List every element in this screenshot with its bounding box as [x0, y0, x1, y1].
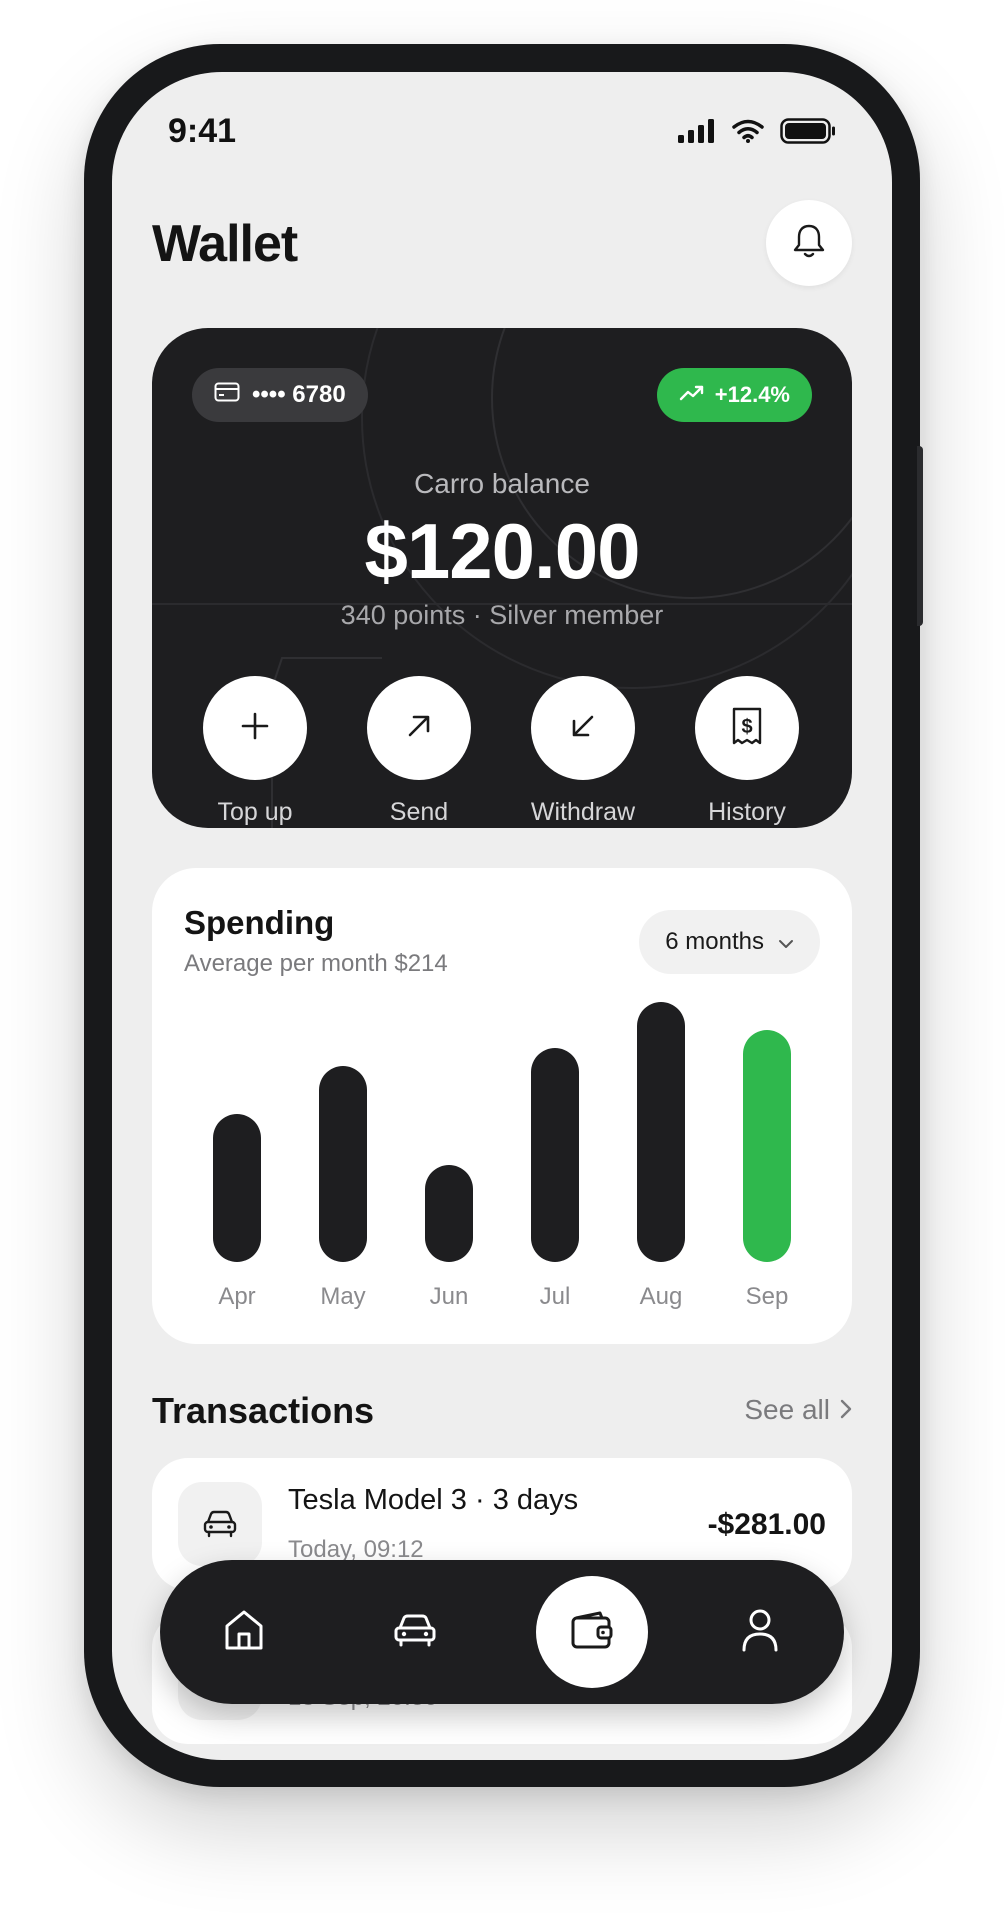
arrow-up-right-icon: [406, 713, 432, 744]
card-masked-number: •••• 6780: [252, 381, 346, 408]
receipt-icon: $: [731, 707, 763, 750]
history-label: History: [708, 798, 786, 826]
send-label: Send: [389, 798, 449, 826]
bar-jul[interactable]: [531, 1048, 579, 1262]
x-tick-label: Apr: [218, 1283, 255, 1310]
side-button: [917, 446, 923, 626]
notifications-button[interactable]: [766, 200, 852, 286]
growth-value: +12.4%: [714, 382, 790, 407]
x-tick-label: May: [320, 1283, 365, 1310]
bar-jun[interactable]: [425, 1165, 473, 1262]
top-up-label: Top up: [217, 798, 293, 826]
x-tick-label: Jun: [430, 1283, 469, 1310]
top-up-button[interactable]: Top up: [185, 676, 325, 827]
svg-text:$: $: [741, 716, 752, 738]
car-icon: [393, 1612, 437, 1653]
card-number-chip[interactable]: •••• 6780: [192, 368, 368, 422]
nav-profile[interactable]: [700, 1560, 820, 1704]
x-tick-label: Sep: [746, 1283, 789, 1310]
home-icon: [223, 1608, 265, 1657]
nav-home[interactable]: [184, 1560, 304, 1704]
send-button[interactable]: Send: [349, 676, 489, 827]
send-circle[interactable]: [367, 676, 471, 780]
withdraw-button[interactable]: Withdraw: [513, 676, 653, 827]
chevron-right-icon: [840, 1394, 852, 1426]
arrow-down-left-icon: [570, 713, 596, 744]
history-circle[interactable]: $: [695, 676, 799, 780]
trending-up-icon: [679, 382, 705, 408]
growth-badge: +12.4%: [656, 368, 812, 422]
car-icon: [178, 1482, 262, 1566]
bottom-nav: [160, 1560, 844, 1704]
user-icon: [741, 1608, 779, 1657]
balance-amount: $120.00: [364, 507, 641, 595]
spending-chart: Apr May Jun Jul Aug Sep: [213, 1002, 791, 1310]
credit-card-icon: [214, 381, 240, 409]
page-title: Wallet: [152, 215, 298, 273]
nav-cars[interactable]: [355, 1560, 475, 1704]
top-up-circle[interactable]: [203, 676, 307, 780]
bar-apr[interactable]: [213, 1114, 261, 1262]
transactions-title: Transactions: [152, 1390, 375, 1431]
status-time: 9:41: [168, 112, 237, 150]
wifi-icon: [732, 119, 764, 148]
balance-subtitle: 340 points · Silver member: [340, 600, 664, 630]
bar-may[interactable]: [319, 1066, 367, 1262]
bell-icon: [792, 223, 826, 264]
bar-aug[interactable]: [637, 1002, 685, 1262]
wallet-icon: [570, 1610, 614, 1655]
spending-card: Spending Average per month $214 6 months…: [152, 868, 852, 1344]
see-all-label: See all: [744, 1394, 830, 1425]
history-button[interactable]: $ History: [677, 676, 817, 827]
withdraw-label: Withdraw: [530, 798, 636, 826]
nav-wallet[interactable]: [536, 1576, 648, 1688]
signal-icon: [678, 119, 716, 148]
balance-label: Carro balance: [414, 468, 590, 499]
withdraw-circle[interactable]: [531, 676, 635, 780]
transaction-name: Tesla Model 3 · 3 days: [288, 1484, 579, 1516]
see-all-link[interactable]: See all: [744, 1394, 852, 1426]
app-screen: 9:41 Wallet •••• 6780 +12.4% Carro balan…: [112, 72, 892, 1760]
status-icons: [678, 118, 836, 149]
balance-card: •••• 6780 +12.4% Carro balance $120.00 3…: [152, 328, 852, 828]
x-tick-label: Aug: [640, 1283, 683, 1310]
bar-sep[interactable]: [743, 1030, 791, 1262]
x-tick-label: Jul: [540, 1283, 571, 1310]
transaction-amount: -$281.00: [707, 1508, 826, 1541]
battery-icon: [780, 118, 836, 149]
plus-icon: [240, 711, 270, 746]
